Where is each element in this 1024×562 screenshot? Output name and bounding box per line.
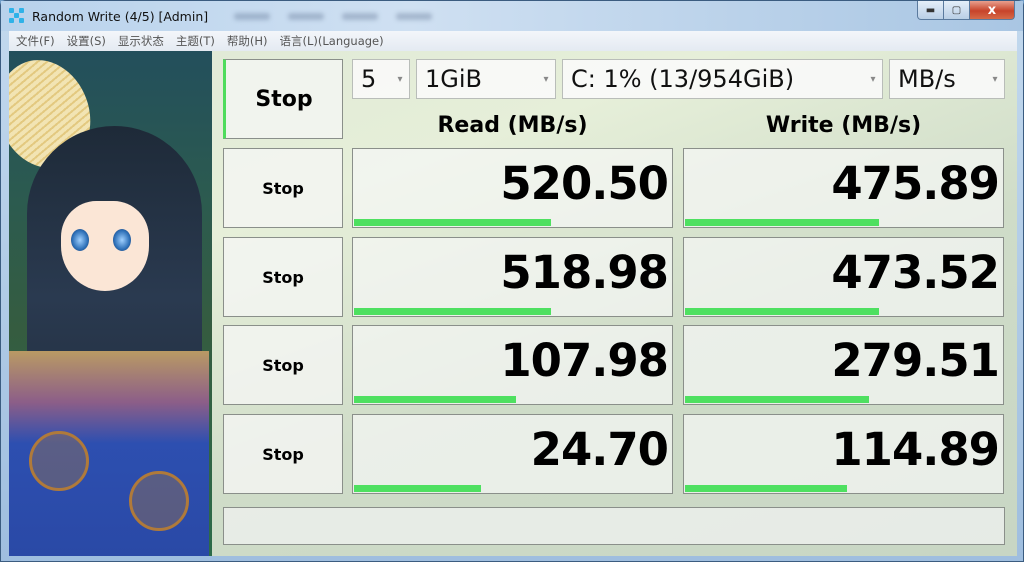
read-value: 24.70 (530, 423, 669, 476)
close-button[interactable]: x (970, 1, 1015, 20)
status-bar (223, 507, 1005, 545)
write-progress-bar (685, 308, 879, 315)
crest-illustration (129, 471, 189, 531)
blurred-taskbar-labels (234, 12, 433, 20)
write-value: 279.51 (831, 334, 1000, 387)
dropdown-arrow-icon: ▾ (870, 73, 876, 85)
benchmark-panel: Stop 5 ▾ 1GiB ▾ C: 1% (13/954GiB) ▾ MB/s… (212, 51, 1017, 556)
crest-illustration (29, 431, 89, 491)
write-progress-bar (685, 485, 848, 492)
menu-bar: 文件(F) 设置(S) 显示状态 主题(T) 帮助(H) 语言(L)(Langu… (9, 31, 1017, 51)
menu-file[interactable]: 文件(F) (16, 33, 55, 49)
menu-display-status[interactable]: 显示状态 (118, 33, 164, 49)
read-result-cell: 518.98 (352, 237, 673, 317)
drive-select[interactable]: C: 1% (13/954GiB) ▾ (562, 59, 883, 99)
write-value: 475.89 (831, 157, 1000, 210)
maximize-button[interactable]: ▢ (944, 1, 970, 20)
close-icon: x (987, 2, 997, 18)
menu-settings[interactable]: 设置(S) (67, 33, 106, 49)
maximize-icon: ▢ (951, 4, 962, 16)
window-title: Random Write (4/5) [Admin] (32, 8, 209, 24)
window-controls: ▬ ▢ x (917, 1, 1015, 20)
eye-illustration (71, 229, 89, 251)
row-stop-button[interactable]: Stop (223, 325, 343, 405)
dropdown-arrow-icon: ▾ (397, 73, 403, 85)
read-header: Read (MB/s) (437, 113, 588, 138)
read-progress-bar (354, 485, 482, 492)
test-size-value: 1GiB (425, 65, 482, 93)
client-area: Stop 5 ▾ 1GiB ▾ C: 1% (13/954GiB) ▾ MB/s… (9, 51, 1017, 556)
character-artwork (9, 51, 212, 556)
all-stop-button[interactable]: Stop (223, 59, 343, 139)
menu-language[interactable]: 语言(L)(Language) (280, 33, 384, 49)
read-value: 518.98 (500, 246, 669, 299)
unit-select[interactable]: MB/s ▾ (889, 59, 1005, 99)
read-progress-bar (354, 396, 517, 403)
row-stop-button[interactable]: Stop (223, 414, 343, 494)
read-value: 107.98 (500, 334, 669, 387)
minimize-button[interactable]: ▬ (917, 1, 944, 20)
drive-value: C: 1% (13/954GiB) (571, 65, 795, 93)
write-result-cell: 114.89 (683, 414, 1004, 494)
test-count-select[interactable]: 5 ▾ (352, 59, 410, 99)
write-progress-bar (685, 219, 879, 226)
write-progress-bar (685, 396, 870, 403)
dropdown-arrow-icon: ▾ (992, 73, 998, 85)
read-result-cell: 520.50 (352, 148, 673, 228)
write-value: 114.89 (831, 423, 1000, 476)
menu-theme[interactable]: 主题(T) (176, 33, 215, 49)
unit-value: MB/s (898, 65, 956, 93)
write-result-cell: 473.52 (683, 237, 1004, 317)
read-result-cell: 24.70 (352, 414, 673, 494)
app-window: Random Write (4/5) [Admin] ▬ ▢ x 文件(F) 设… (0, 0, 1024, 562)
read-progress-bar (354, 308, 552, 315)
write-result-cell: 475.89 (683, 148, 1004, 228)
eye-illustration (113, 229, 131, 251)
app-icon (9, 8, 25, 24)
write-result-cell: 279.51 (683, 325, 1004, 405)
row-stop-button[interactable]: Stop (223, 148, 343, 228)
write-header: Write (MB/s) (765, 113, 922, 138)
test-size-select[interactable]: 1GiB ▾ (416, 59, 556, 99)
read-progress-bar (354, 219, 552, 226)
read-value: 520.50 (500, 157, 669, 210)
write-value: 473.52 (831, 246, 1000, 299)
row-stop-button[interactable]: Stop (223, 237, 343, 317)
minimize-icon: ▬ (925, 4, 936, 16)
dropdown-arrow-icon: ▾ (543, 73, 549, 85)
test-count-value: 5 (361, 65, 377, 93)
menu-help[interactable]: 帮助(H) (227, 33, 268, 49)
title-bar[interactable]: Random Write (4/5) [Admin] ▬ ▢ x (1, 1, 1023, 31)
read-result-cell: 107.98 (352, 325, 673, 405)
